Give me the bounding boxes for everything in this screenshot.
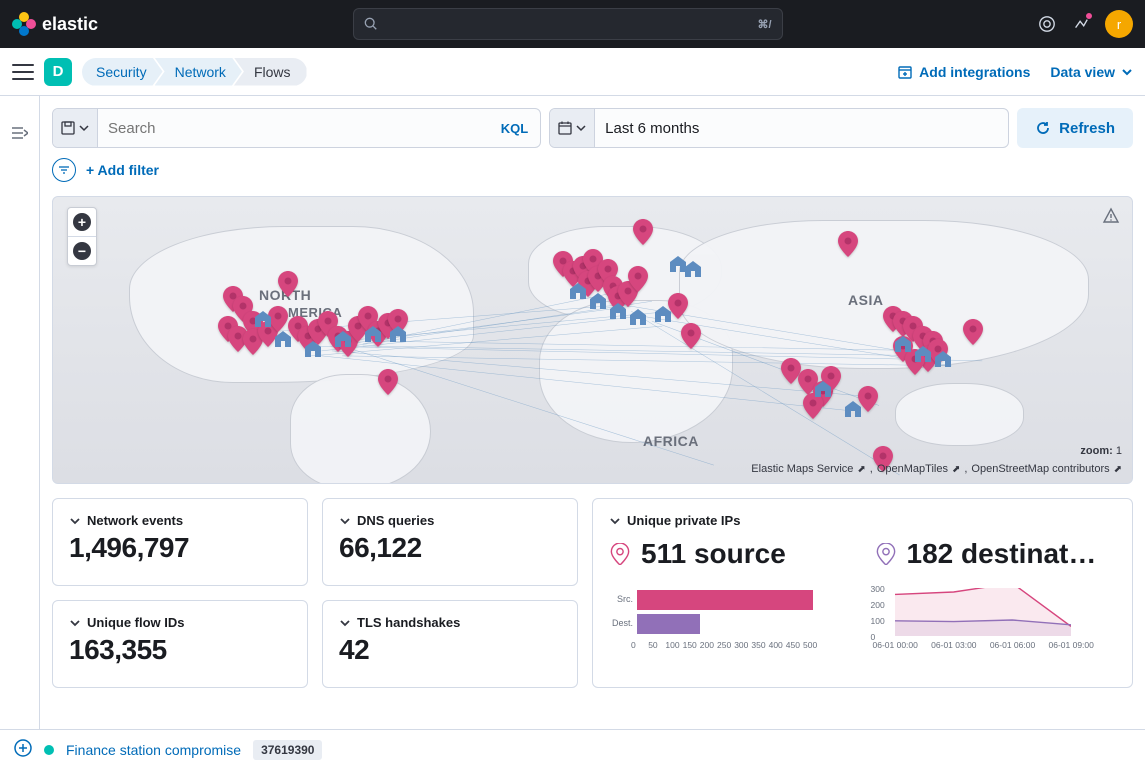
map-zoom-controls: + −: [67, 207, 97, 266]
zoom-out-button[interactable]: −: [68, 237, 96, 265]
map-label-africa: AFRICA: [643, 433, 699, 449]
date-range-display[interactable]: Last 6 months: [595, 109, 1008, 147]
source-pin-icon[interactable]: [628, 266, 648, 292]
data-view-selector[interactable]: Data view: [1050, 64, 1133, 80]
stat-value: 66,122: [339, 532, 561, 564]
search-shortcut: ⌘/: [757, 18, 771, 31]
date-picker-group: Last 6 months: [549, 108, 1009, 148]
space-selector[interactable]: D: [44, 58, 72, 86]
breadcrumb-bar: D Security Network Flows Add integration…: [0, 48, 1145, 96]
search-icon: [364, 17, 378, 31]
destination-building-icon[interactable]: [303, 339, 323, 357]
destination-building-icon[interactable]: [608, 301, 628, 319]
zoom-in-button[interactable]: +: [68, 208, 96, 236]
chevron-down-icon: [69, 515, 81, 527]
source-pin-icon[interactable]: [963, 319, 983, 345]
chevron-down-icon: [339, 515, 351, 527]
ip-source-stat: 511 source: [609, 538, 851, 570]
destination-building-icon[interactable]: [933, 349, 953, 367]
warning-icon[interactable]: [1102, 207, 1120, 228]
status-dot-icon: [44, 745, 54, 755]
pin-icon: [609, 543, 631, 565]
disk-icon: [61, 121, 75, 135]
chevron-down-icon: [339, 617, 351, 629]
stat-network-events[interactable]: Network events 1,496,797: [52, 498, 308, 586]
destination-building-icon[interactable]: [568, 281, 588, 299]
calendar-icon: [558, 121, 572, 135]
destination-building-icon[interactable]: [913, 344, 933, 362]
timeline-bar: Finance station compromise 37619390: [0, 729, 1145, 769]
source-pin-icon[interactable]: [681, 323, 701, 349]
timeline-count-badge: 37619390: [253, 740, 322, 760]
stat-value: 1,496,797: [69, 532, 291, 564]
stat-value: 163,355: [69, 634, 291, 666]
breadcrumb: Security Network Flows: [82, 58, 307, 86]
destination-building-icon[interactable]: [388, 324, 408, 342]
network-map[interactable]: NORTH MERICA ASIA AFRICA: [52, 196, 1133, 484]
source-pin-icon[interactable]: [278, 271, 298, 297]
stat-dns-queries[interactable]: DNS queries 66,122: [322, 498, 578, 586]
destination-building-icon[interactable]: [273, 329, 293, 347]
add-filter-button[interactable]: + Add filter: [86, 162, 159, 178]
nav-toggle-icon[interactable]: [12, 64, 34, 80]
global-header: elastic ⌘/ r: [0, 0, 1145, 48]
source-pin-icon[interactable]: [633, 219, 653, 245]
brand-logo[interactable]: elastic: [12, 12, 98, 36]
kql-search-input[interactable]: [98, 109, 489, 147]
query-language-toggle[interactable]: KQL: [489, 109, 540, 147]
destination-building-icon[interactable]: [628, 307, 648, 325]
newsfeed-icon[interactable]: [1071, 14, 1091, 34]
refresh-button[interactable]: Refresh: [1017, 108, 1133, 148]
breadcrumb-flows: Flows: [234, 58, 307, 86]
map-attribution: Elastic Maps Service⬈, OpenMapTiles⬈, Op…: [751, 463, 1122, 475]
map-label-asia: ASIA: [848, 292, 883, 308]
destination-building-icon[interactable]: [843, 399, 863, 417]
chevron-down-icon: [79, 123, 89, 133]
ip-dest-stat: 182 destinat…: [875, 538, 1117, 570]
elastic-cluster-icon: [12, 12, 36, 36]
chevron-down-icon: [69, 617, 81, 629]
query-input-group: KQL: [52, 108, 541, 148]
ip-bar-chart: Src.Dest.050100150200250300350400450500: [609, 588, 855, 658]
global-search-input[interactable]: ⌘/: [353, 8, 783, 40]
chevron-down-icon: [1121, 66, 1133, 78]
stat-unique-flow-ids[interactable]: Unique flow IDs 163,355: [52, 600, 308, 688]
date-quick-select[interactable]: [550, 109, 595, 147]
pin-icon: [875, 543, 897, 565]
breadcrumb-network[interactable]: Network: [155, 58, 242, 86]
help-icon[interactable]: [1037, 14, 1057, 34]
zoom-level-label: zoom: 1: [1080, 445, 1122, 457]
destination-building-icon[interactable]: [363, 324, 383, 342]
destination-building-icon[interactable]: [813, 379, 833, 397]
collapsed-sidebar: [0, 96, 40, 729]
brand-text: elastic: [42, 14, 98, 35]
refresh-icon: [1035, 120, 1051, 136]
breadcrumb-security[interactable]: Security: [82, 58, 163, 86]
source-pin-icon[interactable]: [378, 369, 398, 395]
chevron-down-icon: [576, 123, 586, 133]
user-avatar[interactable]: r: [1105, 10, 1133, 38]
destination-building-icon[interactable]: [653, 304, 673, 322]
saved-query-button[interactable]: [53, 109, 98, 147]
timeline-name-link[interactable]: Finance station compromise: [66, 742, 241, 758]
destination-building-icon[interactable]: [253, 309, 273, 327]
destination-building-icon[interactable]: [683, 259, 703, 277]
stat-value: 42: [339, 634, 561, 666]
source-pin-icon[interactable]: [838, 231, 858, 257]
stat-unique-private-ips[interactable]: Unique private IPs 511 source 182 destin…: [592, 498, 1133, 688]
ip-line-chart: 010020030006-01 00:0006-01 03:0006-01 06…: [871, 588, 1117, 658]
package-icon: [897, 64, 913, 80]
destination-building-icon[interactable]: [333, 329, 353, 347]
destination-building-icon[interactable]: [893, 334, 913, 352]
stat-tls-handshakes[interactable]: TLS handshakes 42: [322, 600, 578, 688]
filter-options-icon[interactable]: [52, 158, 76, 182]
expand-sidebar-icon[interactable]: [12, 126, 28, 143]
add-integrations-link[interactable]: Add integrations: [897, 64, 1030, 80]
add-timeline-icon[interactable]: [14, 739, 32, 760]
destination-building-icon[interactable]: [588, 291, 608, 309]
chevron-down-icon: [609, 515, 621, 527]
